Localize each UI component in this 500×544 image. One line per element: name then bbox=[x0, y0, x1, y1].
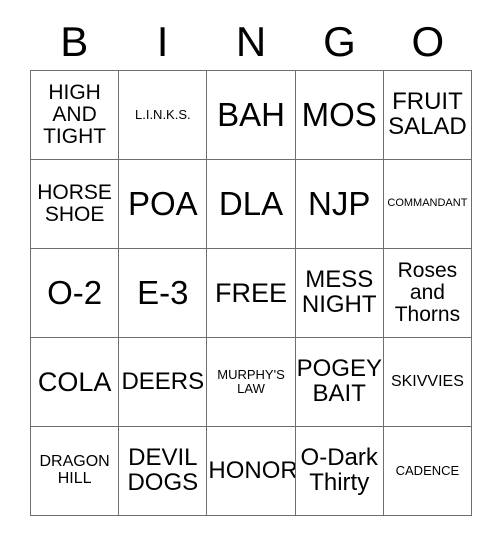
bingo-cell[interactable]: Roses and Thorns bbox=[383, 249, 473, 338]
bingo-cell-label: FRUIT SALAD bbox=[388, 88, 467, 140]
bingo-cell-label: COMMANDANT bbox=[387, 197, 468, 210]
bingo-cell[interactable]: COMMANDANT bbox=[383, 160, 473, 249]
bingo-row: HIGH AND TIGHT L.I.N.K.S. BAH MOS FRUIT … bbox=[31, 71, 473, 160]
bingo-cell[interactable]: O-2 bbox=[31, 249, 120, 338]
bingo-row: COLA DEERS MURPHY'S LAW POGEY BAIT SKIVV… bbox=[31, 338, 473, 427]
bingo-cell[interactable]: POGEY BAIT bbox=[295, 338, 384, 427]
bingo-cell[interactable]: POA bbox=[119, 160, 208, 249]
bingo-cell-label: CADENCE bbox=[395, 463, 460, 479]
bingo-header-letter-o: O bbox=[411, 18, 445, 65]
bingo-cell[interactable]: DEERS bbox=[119, 338, 208, 427]
bingo-cell-label: BAH bbox=[217, 95, 285, 133]
bingo-grid: HIGH AND TIGHT L.I.N.K.S. BAH MOS FRUIT … bbox=[30, 70, 473, 516]
bingo-cell-label: COLA bbox=[37, 366, 112, 397]
bingo-cell[interactable]: SKIVVIES bbox=[383, 338, 473, 427]
bingo-row: DRAGON HILL DEVIL DOGS HONOR O-Dark Thir… bbox=[31, 427, 473, 516]
bingo-cell[interactable]: BAH bbox=[207, 71, 296, 160]
bingo-cell-label: DEERS bbox=[121, 367, 205, 395]
bingo-row: O-2 E-3 FREE MESS NIGHT Roses and Thorns bbox=[31, 249, 473, 338]
bingo-cell-label: DLA bbox=[218, 184, 284, 222]
bingo-cell-label: L.I.N.K.S. bbox=[134, 107, 191, 123]
bingo-cell[interactable]: DLA bbox=[207, 160, 296, 249]
bingo-cell[interactable]: HONOR bbox=[207, 427, 296, 516]
bingo-header-letter-g: G bbox=[323, 18, 356, 65]
bingo-cell[interactable]: DRAGON HILL bbox=[31, 427, 120, 516]
bingo-cell[interactable]: HORSE SHOE bbox=[31, 160, 120, 249]
bingo-cell-label: MESS NIGHT bbox=[301, 266, 377, 318]
bingo-cell-label: HIGH AND TIGHT bbox=[43, 81, 107, 148]
bingo-header-letter-b: B bbox=[60, 18, 89, 65]
bingo-cell[interactable]: O-Dark Thirty bbox=[295, 427, 384, 516]
bingo-cell[interactable]: CADENCE bbox=[383, 427, 473, 516]
bingo-cell[interactable]: E-3 bbox=[119, 249, 208, 338]
bingo-cell-label: POGEY BAIT bbox=[296, 355, 382, 407]
bingo-cell-label: FREE bbox=[215, 277, 288, 308]
bingo-cell[interactable]: L.I.N.K.S. bbox=[119, 71, 208, 160]
bingo-cell-label: DRAGON HILL bbox=[39, 453, 110, 487]
bingo-cell[interactable]: HIGH AND TIGHT bbox=[31, 71, 120, 160]
bingo-cell[interactable]: FRUIT SALAD bbox=[383, 71, 473, 160]
bingo-cell-label: O-Dark Thirty bbox=[300, 444, 378, 496]
bingo-cell-label: MOS bbox=[301, 95, 377, 133]
bingo-cell-label: HONOR bbox=[208, 456, 296, 484]
bingo-cell-label: MURPHY'S LAW bbox=[217, 367, 285, 396]
bingo-cell-label: O-2 bbox=[47, 273, 103, 311]
bingo-header-letter-n: N bbox=[235, 18, 267, 65]
bingo-cell-label: POA bbox=[127, 184, 198, 222]
bingo-cell-label: Roses and Thorns bbox=[394, 259, 461, 326]
bingo-header-row: B I N G O bbox=[30, 14, 472, 70]
bingo-card: B I N G O HIGH AND TIGHT L.I.N.K.S. BAH … bbox=[30, 14, 473, 516]
bingo-cell-label: NJP bbox=[308, 184, 371, 222]
bingo-cell[interactable]: MURPHY'S LAW bbox=[207, 338, 296, 427]
bingo-cell-label: E-3 bbox=[137, 273, 189, 311]
bingo-cell-label: DEVIL DOGS bbox=[127, 444, 199, 496]
bingo-cell-label: HORSE SHOE bbox=[37, 181, 112, 226]
bingo-cell[interactable]: COLA bbox=[31, 338, 120, 427]
bingo-cell[interactable]: NJP bbox=[295, 160, 384, 249]
bingo-cell[interactable]: MESS NIGHT bbox=[295, 249, 384, 338]
bingo-cell[interactable]: DEVIL DOGS bbox=[119, 427, 208, 516]
bingo-cell[interactable]: MOS bbox=[295, 71, 384, 160]
bingo-cell-label: SKIVVIES bbox=[390, 372, 464, 390]
bingo-row: HORSE SHOE POA DLA NJP COMMANDANT bbox=[31, 160, 473, 249]
bingo-cell-free[interactable]: FREE bbox=[207, 249, 296, 338]
bingo-header-letter-i: I bbox=[156, 18, 169, 65]
